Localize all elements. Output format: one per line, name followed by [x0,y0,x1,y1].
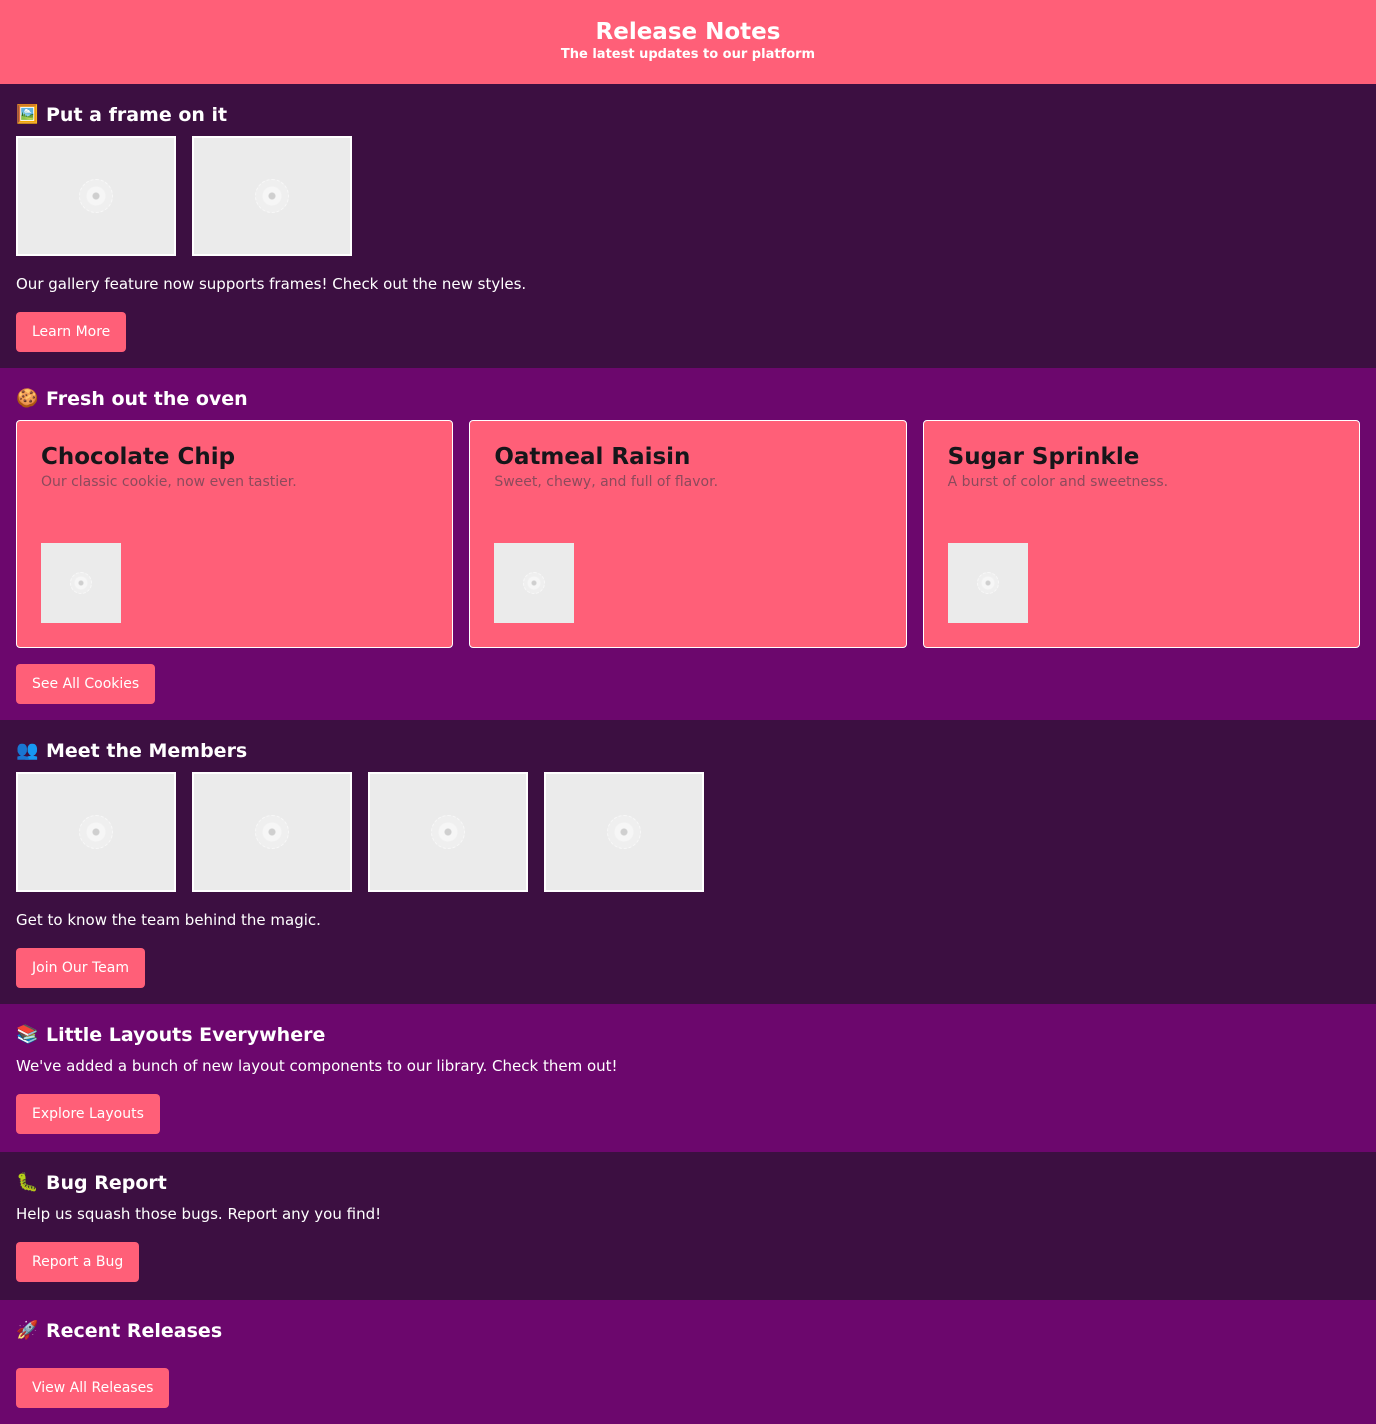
see-all-cookies-button[interactable]: See All Cookies [16,664,156,704]
image-placeholder-icon [431,815,465,849]
image-placeholder-icon [79,815,113,849]
frame-gallery [16,136,1360,256]
join-our-team-button[interactable]: Join Our Team [16,948,146,988]
section-oven: 🍪 Fresh out the oven Chocolate Chip Our … [0,368,1376,720]
member-photo[interactable] [16,772,176,892]
card-image [494,543,575,623]
page-header: Release Notes The latest updates to our … [0,0,1376,84]
card-image [41,543,121,623]
members-gallery [16,772,1360,892]
section-title-text: Put a frame on it [46,104,228,126]
section-description: Get to know the team behind the magic. [16,911,321,929]
people-icon: 👥 [16,740,39,761]
gallery-image[interactable] [192,136,352,256]
image-placeholder-icon [255,179,289,213]
section-description: Our gallery feature now supports frames!… [16,275,527,293]
cookie-card[interactable]: Oatmeal Raisin Sweet, chewy, and full of… [469,420,907,648]
section-title: 🐛 Bug Report [16,1170,1360,1196]
image-placeholder-icon [70,572,92,594]
image-placeholder-icon [79,179,113,213]
card-title: Chocolate Chip [41,444,236,470]
section-layouts: 📚 Little Layouts Everywhere We've added … [0,1004,1376,1152]
section-releases: 🚀 Recent Releases View All Releases [0,1300,1376,1424]
section-title-text: Recent Releases [46,1320,223,1342]
card-title: Sugar Sprinkle [947,444,1140,470]
card-description: A burst of color and sweetness. [947,474,1169,490]
rocket-icon: 🚀 [16,1320,39,1341]
framed-picture-icon: 🖼️ [16,104,39,125]
gallery-image[interactable] [16,136,176,256]
cookie-card[interactable]: Chocolate Chip Our classic cookie, now e… [16,420,454,648]
cookie-cards: Chocolate Chip Our classic cookie, now e… [16,420,1360,648]
section-title: 🖼️ Put a frame on it [16,102,1360,128]
report-bug-button[interactable]: Report a Bug [16,1242,140,1282]
books-icon: 📚 [16,1024,39,1045]
section-description: Help us squash those bugs. Report any yo… [16,1205,382,1223]
section-title-text: Little Layouts Everywhere [46,1024,326,1046]
section-title: 📚 Little Layouts Everywhere [16,1022,1360,1048]
member-photo[interactable] [192,772,352,892]
image-placeholder-icon [255,815,289,849]
section-title: 🍪 Fresh out the oven [16,386,1360,412]
cookie-card[interactable]: Sugar Sprinkle A burst of color and swee… [922,420,1360,648]
section-description: We've added a bunch of new layout compon… [16,1057,618,1075]
section-frame: 🖼️ Put a frame on it Our gallery feature… [0,84,1376,368]
member-photo[interactable] [368,772,528,892]
card-image [947,543,1028,623]
explore-layouts-button[interactable]: Explore Layouts [16,1094,160,1134]
section-title-text: Meet the Members [46,740,248,762]
page-title: Release Notes [595,19,781,45]
learn-more-button[interactable]: Learn More [16,312,127,352]
image-placeholder-icon [523,572,546,594]
section-title: 🚀 Recent Releases [16,1318,1360,1344]
image-placeholder-icon [976,572,999,594]
member-photo[interactable] [544,772,704,892]
page-subtitle: The latest updates to our platform [560,47,816,62]
section-bugs: 🐛 Bug Report Help us squash those bugs. … [0,1152,1376,1300]
section-title-text: Fresh out the oven [46,388,248,410]
card-title: Oatmeal Raisin [494,444,691,470]
section-members: 👥 Meet the Members Get to know the team … [0,720,1376,1004]
bug-icon: 🐛 [16,1172,39,1193]
cookie-icon: 🍪 [16,388,39,409]
section-title-text: Bug Report [46,1172,167,1194]
card-description: Sweet, chewy, and full of flavor. [494,474,719,490]
card-description: Our classic cookie, now even tastier. [41,474,297,490]
image-placeholder-icon [607,815,641,849]
view-all-releases-button[interactable]: View All Releases [16,1368,170,1408]
section-title: 👥 Meet the Members [16,738,1360,764]
